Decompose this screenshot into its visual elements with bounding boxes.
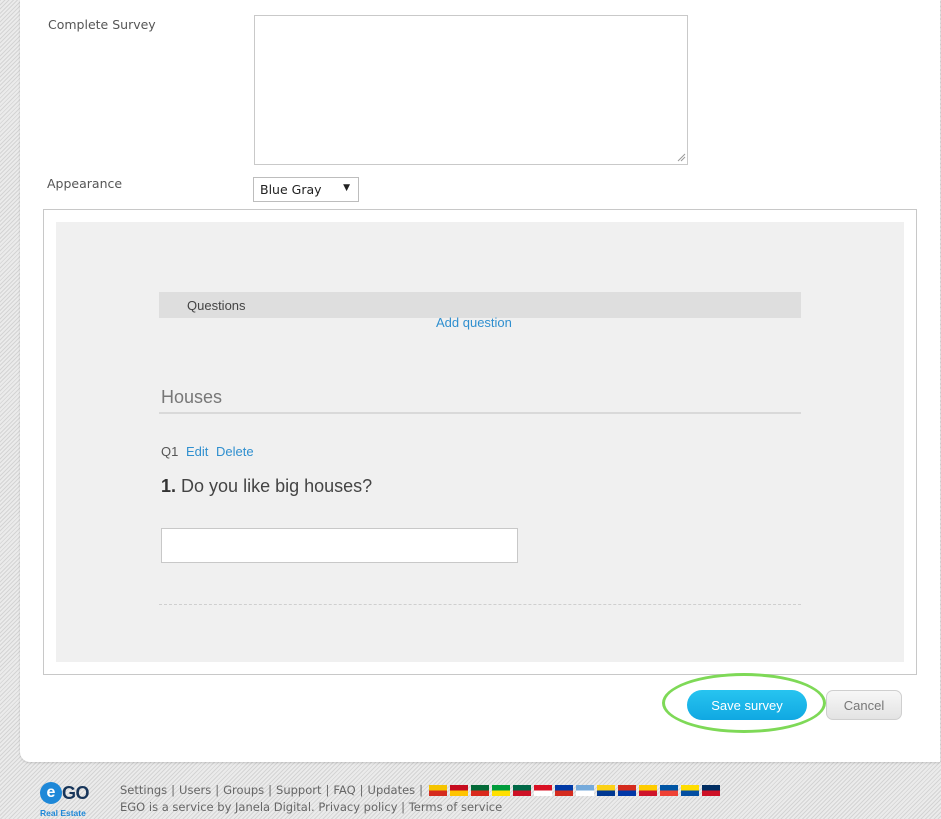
- delete-question-link[interactable]: Delete: [216, 444, 254, 459]
- question-id-label: Q1: [161, 444, 179, 459]
- survey-preview: Questions Add question Houses Q1 Edit De…: [56, 222, 904, 662]
- footer-separator: |: [171, 783, 176, 797]
- ego-logo[interactable]: e GO Real Estate: [40, 782, 106, 819]
- footer-separator: |: [419, 783, 424, 797]
- flag-venezuela-icon[interactable]: [639, 784, 658, 796]
- appearance-label: Appearance: [47, 176, 123, 191]
- flag-france-icon[interactable]: [660, 784, 679, 796]
- footer-separator: |: [268, 783, 273, 797]
- save-survey-button[interactable]: Save survey: [687, 690, 807, 720]
- flag-peru-icon[interactable]: [534, 784, 553, 796]
- flag-dominican-icon[interactable]: [702, 784, 721, 796]
- footer-separator: |: [215, 783, 220, 797]
- footer-service-line: EGO is a service by Janela Digital. Priv…: [120, 800, 502, 814]
- edit-question-link[interactable]: Edit: [186, 444, 208, 459]
- survey-preview-frame: Questions Add question Houses Q1 Edit De…: [43, 209, 917, 675]
- footer-nav: Settings | Users | Groups | Support | FAQ | U…: [120, 783, 721, 797]
- privacy-policy-link[interactable]: Privacy policy: [318, 800, 397, 814]
- complete-survey-textarea[interactable]: [254, 15, 688, 165]
- question-divider: [159, 604, 801, 605]
- footer-link-groups[interactable]: Groups: [223, 783, 264, 797]
- ego-logo-text: GO: [62, 783, 90, 803]
- flag-colombia-icon[interactable]: [597, 784, 616, 796]
- footer-link-faq[interactable]: FAQ: [333, 783, 355, 797]
- flag-catalonia-icon[interactable]: [429, 784, 448, 796]
- question-label: Do you like big houses?: [181, 476, 373, 496]
- footer-separator: |: [401, 800, 406, 814]
- questions-header-label: Questions: [187, 297, 246, 313]
- flag-argentina-icon[interactable]: [576, 784, 595, 796]
- appearance-selected-value: Blue Gray: [260, 182, 322, 197]
- question-meta: Q1 Edit Delete: [161, 444, 254, 459]
- footer-link-updates[interactable]: Updates: [368, 783, 416, 797]
- footer-link-users[interactable]: Users: [179, 783, 211, 797]
- flag-mexico-icon[interactable]: [513, 784, 532, 796]
- flag-chile-icon[interactable]: [555, 784, 574, 796]
- question-number: 1.: [161, 476, 177, 496]
- footer-link-support[interactable]: Support: [276, 783, 321, 797]
- appearance-select[interactable]: Blue Gray ▼: [253, 177, 359, 202]
- flag-spain-icon[interactable]: [450, 784, 469, 796]
- footer-link-settings[interactable]: Settings: [120, 783, 167, 797]
- question-text: 1. Do you like big houses?: [161, 476, 372, 497]
- ego-logo-subtitle: Real Estate: [40, 808, 86, 818]
- answer-input[interactable]: [161, 528, 518, 563]
- flag-brazil-icon[interactable]: [492, 784, 511, 796]
- ego-logo-mark: e: [40, 782, 62, 804]
- footer-separator: |: [359, 783, 364, 797]
- footer-separator: |: [325, 783, 330, 797]
- resize-grip-icon[interactable]: [677, 153, 686, 162]
- flag-paraguay-icon[interactable]: [618, 784, 637, 796]
- complete-survey-label: Complete Survey: [48, 17, 156, 32]
- flag-ecuador-icon[interactable]: [681, 784, 700, 796]
- add-question-link[interactable]: Add question: [436, 315, 512, 330]
- cancel-button[interactable]: Cancel: [826, 690, 902, 720]
- section-title: Houses: [161, 387, 223, 407]
- terms-of-service-link[interactable]: Terms of service: [409, 800, 502, 814]
- language-flags: [429, 784, 721, 796]
- section-divider: [159, 412, 801, 414]
- service-text: EGO is a service by Janela Digital.: [120, 800, 315, 814]
- flag-portugal-icon[interactable]: [471, 784, 490, 796]
- dropdown-arrow-icon: ▼: [343, 183, 350, 193]
